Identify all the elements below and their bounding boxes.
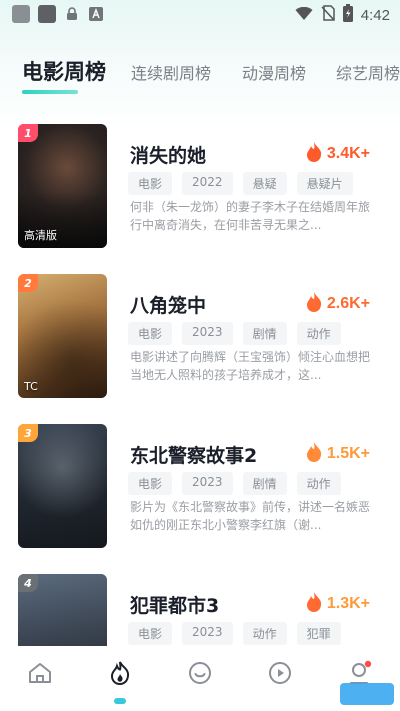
- status-bar: 4:42: [0, 0, 400, 28]
- flame-icon: [305, 141, 323, 167]
- quality-tag: 高清版: [24, 229, 57, 242]
- no-sim-icon: [321, 5, 335, 25]
- tag-chip: 动作: [296, 322, 341, 345]
- play-icon[interactable]: [267, 660, 293, 686]
- status-time: 4:42: [360, 6, 390, 24]
- active-tab-indicator: [22, 90, 78, 94]
- tag-list: 电影 2022 悬疑 悬疑片: [128, 172, 353, 195]
- movie-title[interactable]: 八角笼中: [130, 291, 206, 318]
- poster-image[interactable]: 2 TC: [18, 274, 107, 398]
- flame-icon: [305, 591, 323, 617]
- tab-anime-weekly[interactable]: 动漫周榜: [242, 60, 306, 84]
- heat-value: 3.4K+: [326, 145, 370, 162]
- tag-chip: 悬疑: [242, 172, 287, 195]
- tag-chip: 剧情: [242, 472, 287, 495]
- movie-title[interactable]: 消失的她: [130, 141, 206, 168]
- font-icon: [88, 6, 104, 22]
- heat-value: 1.5K+: [326, 445, 370, 462]
- movie-description: 电影讲述了向腾辉（王宝强饰）倾注心血想把当地无人照料的孩子培养成才，这...: [130, 350, 370, 382]
- movie-title[interactable]: 东北警察故事2: [130, 441, 257, 468]
- tab-movie-weekly[interactable]: 电影周榜: [22, 56, 106, 86]
- rank-badge: 1: [18, 124, 38, 142]
- movie-description: 影片为《东北警察故事》前传，讲述一名嫉恶如仇的刚正东北小警察李红旗（谢...: [130, 500, 370, 532]
- notification-square-icon: [38, 5, 56, 23]
- status-left: [12, 5, 104, 23]
- list-item[interactable]: 3 东北警察故事2 1.5K+ 电影 2023 剧情 动作 影片为《东北警察故事…: [0, 410, 400, 550]
- tag-list: 电影 2023 动作 犯罪: [128, 622, 341, 645]
- quality-tag: TC: [24, 380, 38, 393]
- poster-image[interactable]: 1 高清版: [18, 124, 107, 248]
- tag-chip: 2023: [182, 322, 233, 345]
- tab-variety-weekly[interactable]: 综艺周榜: [336, 60, 400, 84]
- tag-chip: 犯罪: [296, 622, 341, 645]
- tag-chip: 悬疑片: [296, 172, 353, 195]
- wifi-icon: [295, 6, 313, 25]
- rank-badge: 3: [18, 424, 38, 442]
- bottom-nav: [0, 646, 400, 711]
- tab-series-weekly[interactable]: 连续剧周榜: [131, 60, 211, 84]
- flame-icon[interactable]: [107, 660, 133, 686]
- tag-list: 电影 2023 剧情 动作: [128, 472, 341, 495]
- status-right: 4:42: [295, 4, 390, 26]
- ranking-tabs: 电影周榜 连续剧周榜 动漫周榜 综艺周榜: [0, 50, 400, 100]
- rank-badge: 4: [18, 574, 38, 592]
- tag-chip: 电影: [128, 322, 173, 345]
- heat-score: 2.6K+: [305, 291, 370, 317]
- list-item[interactable]: 2 TC 八角笼中 2.6K+ 电影 2023 剧情 动作 电影讲述了向腾辉（王…: [0, 260, 400, 400]
- flame-icon: [305, 291, 323, 317]
- watermark-logo: [340, 683, 394, 705]
- heat-value: 1.3K+: [326, 595, 370, 612]
- movie-description: 何非（朱一龙饰）的妻子李木子在结婚周年旅行中离奇消失，在何非苦寻无果之...: [130, 200, 370, 232]
- tag-chip: 2022: [182, 172, 233, 195]
- tag-list: 电影 2023 剧情 动作: [128, 322, 341, 345]
- movie-title[interactable]: 犯罪都市3: [130, 591, 219, 618]
- poster-image[interactable]: 3: [18, 424, 107, 548]
- tag-chip: 电影: [128, 172, 173, 195]
- tag-chip: 剧情: [242, 322, 287, 345]
- tag-chip: 电影: [128, 622, 173, 645]
- home-icon[interactable]: [27, 660, 53, 686]
- battery-icon: [342, 4, 353, 26]
- heat-score: 3.4K+: [305, 141, 370, 167]
- tag-chip: 电影: [128, 472, 173, 495]
- flame-icon: [305, 441, 323, 467]
- tag-chip: 动作: [296, 472, 341, 495]
- tag-chip: 2023: [182, 622, 233, 645]
- chat-icon[interactable]: [187, 660, 213, 686]
- active-nav-indicator: [114, 698, 126, 704]
- heat-value: 2.6K+: [326, 295, 370, 312]
- tag-chip: 动作: [242, 622, 287, 645]
- rank-badge: 2: [18, 274, 38, 292]
- lock-icon: [64, 6, 80, 22]
- heat-score: 1.5K+: [305, 441, 370, 467]
- notification-square-icon: [12, 5, 30, 23]
- tag-chip: 2023: [182, 472, 233, 495]
- list-item[interactable]: 1 高清版 消失的她 3.4K+ 电影 2022 悬疑 悬疑片 何非（朱一龙饰）…: [0, 110, 400, 250]
- heat-score: 1.3K+: [305, 591, 370, 617]
